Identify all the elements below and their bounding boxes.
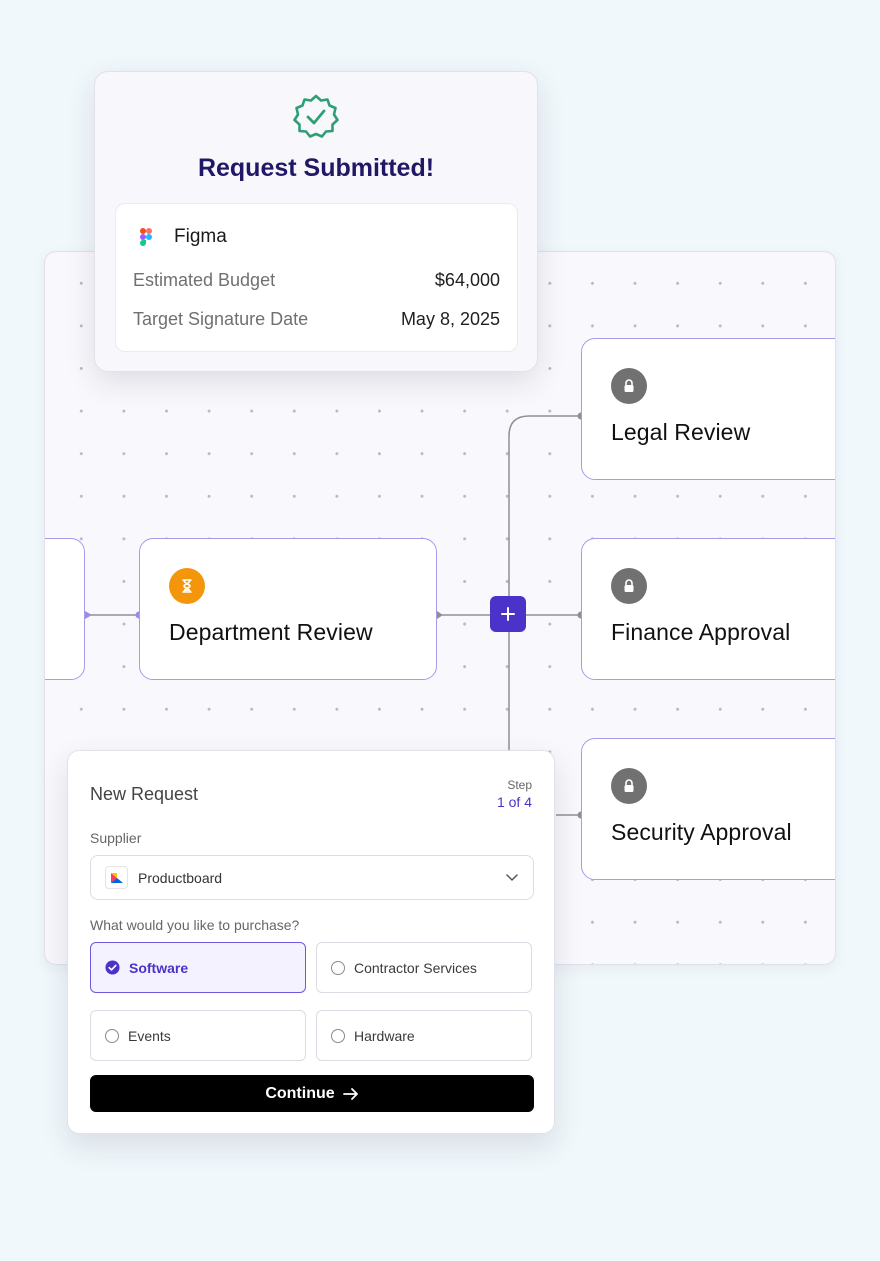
continue-label: Continue	[265, 1084, 335, 1102]
node-finance-approval[interactable]: Finance Approval	[581, 538, 835, 680]
arrow-right-icon	[342, 1087, 358, 1100]
node-department-review[interactable]: Department Review	[139, 538, 437, 680]
summary-row-signature-date: Target Signature Date May 8, 2025	[133, 309, 500, 330]
radio-icon	[105, 1028, 119, 1043]
success-title: Request Submitted!	[197, 154, 435, 182]
option-hardware[interactable]: Hardware	[316, 1010, 532, 1061]
node-label: Department Review	[169, 619, 373, 645]
purchase-question: What would you like to purchase?	[90, 917, 300, 933]
hourglass-icon	[169, 568, 205, 604]
new-request-form: New Request Step 1 of 4 Supplier Product…	[67, 750, 555, 1134]
request-summary: Figma Estimated Budget $64,000 Target Si…	[115, 203, 518, 352]
step-indicator: 1 of 4	[496, 794, 532, 810]
option-label: Events	[128, 1027, 171, 1044]
verified-badge-icon	[293, 94, 339, 138]
vendor-row: Figma	[140, 226, 227, 248]
continue-button[interactable]: Continue	[90, 1075, 534, 1112]
previous-step-node[interactable]	[45, 538, 85, 680]
vendor-name: Figma	[174, 226, 227, 247]
figma-logo-icon	[140, 228, 152, 246]
node-label: Security Approval	[611, 819, 792, 845]
option-label: Contractor Services	[354, 959, 477, 976]
plus-icon	[501, 607, 515, 621]
lock-icon	[611, 768, 647, 804]
node-legal-review[interactable]: Legal Review	[581, 338, 835, 480]
supplier-value: Productboard	[138, 869, 223, 886]
step-label: Step	[507, 778, 532, 792]
option-label: Software	[129, 959, 189, 976]
summary-value: May 8, 2025	[400, 309, 500, 329]
form-title: New Request	[90, 784, 199, 804]
supplier-select[interactable]: Productboard	[90, 855, 534, 900]
supplier-label: Supplier	[90, 830, 142, 846]
option-contractor-services[interactable]: Contractor Services	[316, 942, 532, 993]
option-events[interactable]: Events	[90, 1010, 306, 1061]
summary-label: Estimated Budget	[133, 270, 276, 290]
request-submitted-card: Request Submitted! Figma Estimated Budge…	[94, 71, 538, 372]
option-label: Hardware	[354, 1027, 415, 1044]
node-label: Finance Approval	[611, 619, 791, 645]
node-security-approval[interactable]: Security Approval	[581, 738, 835, 880]
add-step-button[interactable]	[490, 596, 526, 632]
checked-circle-icon	[105, 960, 120, 975]
node-label: Legal Review	[611, 419, 751, 445]
summary-label: Target Signature Date	[133, 309, 309, 329]
option-software[interactable]: Software	[90, 942, 306, 993]
radio-icon	[331, 960, 345, 975]
summary-value: $64,000	[434, 270, 500, 290]
lock-icon	[611, 368, 647, 404]
radio-icon	[331, 1028, 345, 1043]
summary-row-budget: Estimated Budget $64,000	[133, 270, 500, 291]
lock-icon	[611, 568, 647, 604]
chevron-down-icon	[506, 874, 518, 881]
productboard-logo-icon	[105, 866, 128, 889]
